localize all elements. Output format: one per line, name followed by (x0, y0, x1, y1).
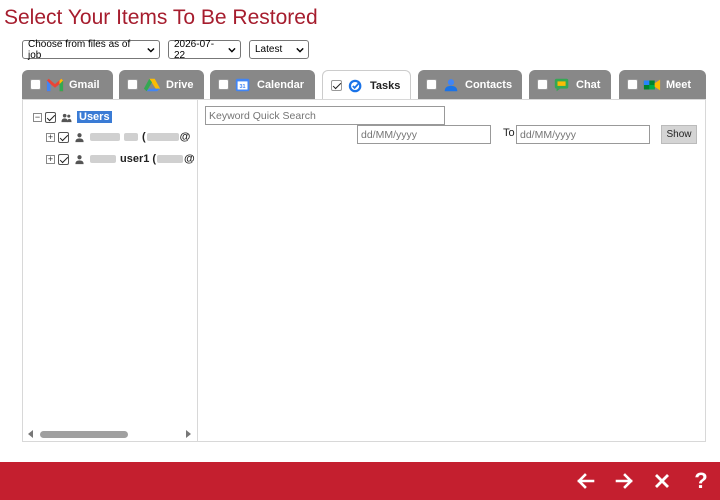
person-icon (75, 154, 84, 164)
tree-user-paren: ( (152, 153, 157, 165)
show-button[interactable]: Show (661, 125, 697, 144)
svg-text:31: 31 (240, 84, 246, 90)
scroll-left-icon[interactable] (28, 430, 33, 438)
tree-root-label: Users (77, 111, 112, 123)
back-button[interactable] (574, 470, 598, 492)
expand-icon[interactable]: + (46, 154, 55, 164)
footer-bar: ? (0, 462, 720, 500)
service-tabs: Gmail Drive 31 Calendar Tasks Contacts C… (22, 70, 706, 100)
page-title: Select Your Items To Be Restored (4, 6, 318, 29)
restore-page: Select Your Items To Be Restored Choose … (0, 0, 720, 500)
tab-contacts[interactable]: Contacts (418, 70, 522, 99)
tree-user-checkbox[interactable] (58, 131, 69, 143)
tab-drive[interactable]: Drive (119, 70, 204, 99)
tasks-icon (348, 79, 362, 92)
chevron-down-icon (228, 47, 236, 53)
job-select-value: Choose from files as of job (28, 38, 131, 61)
date-select[interactable]: 2026-07-22 (168, 38, 241, 61)
tab-gmail[interactable]: Gmail (22, 70, 113, 99)
tree-user-at: @ (184, 153, 195, 165)
collapse-icon[interactable]: − (33, 112, 42, 122)
keyword-search-input[interactable] (205, 106, 445, 125)
date-from-input[interactable] (357, 125, 491, 144)
tree-horizontal-scrollbar[interactable] (23, 427, 197, 441)
close-icon (655, 474, 669, 488)
tree-user-checkbox[interactable] (58, 153, 69, 165)
tab-meet-checkbox[interactable] (627, 79, 638, 90)
chat-icon (554, 78, 569, 91)
help-button[interactable]: ? (689, 468, 713, 493)
tab-tasks-label: Tasks (370, 79, 401, 92)
close-button[interactable] (650, 470, 674, 492)
chevron-down-icon (147, 47, 155, 53)
tab-meet[interactable]: Meet (619, 70, 706, 99)
tab-chat-checkbox[interactable] (537, 79, 548, 90)
tree-user-item[interactable]: + user1 ( @ (46, 153, 195, 165)
meet-icon (643, 79, 661, 90)
group-icon (61, 113, 72, 122)
tab-chat-label: Chat (576, 78, 601, 91)
scroll-right-icon[interactable] (186, 430, 191, 438)
tree-user-at: @ (179, 131, 191, 143)
selector-bar: Choose from files as of job 2026-07-22 L… (22, 38, 309, 61)
redacted-email (146, 133, 179, 141)
scroll-thumb[interactable] (40, 431, 128, 438)
arrow-left-icon (577, 473, 595, 489)
contacts-icon (444, 78, 458, 91)
tab-calendar-label: Calendar (257, 78, 305, 91)
tasks-content: To Show (199, 100, 705, 441)
job-select[interactable]: Choose from files as of job (22, 38, 160, 61)
redacted-name (124, 133, 138, 141)
tab-gmail-label: Gmail (69, 78, 100, 91)
tab-contacts-label: Contacts (465, 78, 513, 91)
tab-drive-checkbox[interactable] (127, 79, 138, 90)
next-button[interactable] (612, 470, 636, 492)
tab-tasks[interactable]: Tasks (322, 70, 411, 100)
date-to-label: To (503, 127, 515, 139)
expand-icon[interactable]: + (46, 132, 55, 142)
version-select[interactable]: Latest (249, 40, 309, 59)
tab-calendar-checkbox[interactable] (218, 79, 229, 90)
date-select-value: 2026-07-22 (174, 38, 215, 61)
calendar-icon: 31 (235, 78, 250, 91)
redacted-email (157, 155, 184, 163)
user-tree: − Users + ( @ + user1 (@ (23, 100, 198, 441)
tab-contacts-checkbox[interactable] (426, 79, 437, 90)
tree-root-checkbox[interactable] (45, 111, 56, 123)
date-to-input[interactable] (516, 125, 650, 144)
tab-meet-label: Meet (666, 78, 692, 91)
tab-drive-label: Drive (166, 78, 194, 91)
redacted-name (90, 155, 116, 163)
tab-calendar[interactable]: 31 Calendar (210, 70, 315, 99)
version-select-value: Latest (255, 44, 283, 55)
tasks-panel: − Users + ( @ + user1 (@ Keyword Quick … (22, 99, 706, 442)
drive-icon (143, 78, 161, 91)
person-icon (75, 132, 84, 142)
tree-root-users[interactable]: − Users (33, 111, 112, 123)
tab-chat[interactable]: Chat (529, 70, 611, 99)
tree-user-item[interactable]: + ( @ (46, 131, 190, 143)
gmail-icon (46, 78, 64, 91)
chevron-down-icon (296, 47, 304, 53)
tree-user-paren: ( (142, 131, 146, 143)
redacted-name (90, 133, 120, 141)
arrow-right-icon (615, 473, 633, 489)
tree-user-name: user1 (120, 153, 150, 165)
tab-gmail-checkbox[interactable] (30, 79, 41, 90)
tab-tasks-checkbox[interactable] (331, 80, 342, 91)
